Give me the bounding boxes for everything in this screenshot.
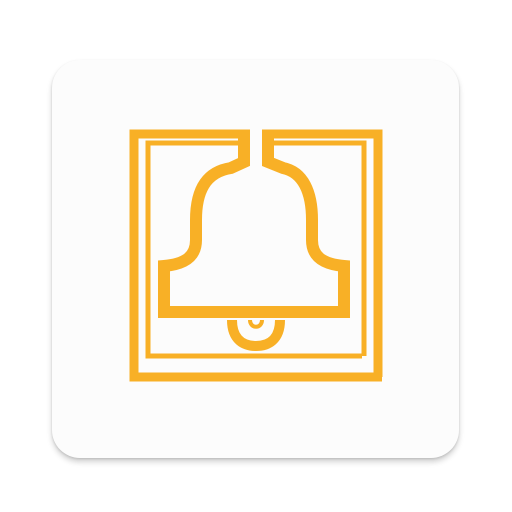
app-icon-canvas bbox=[0, 0, 512, 512]
bell-clapper-hook bbox=[248, 319, 264, 329]
frame-outer-left bbox=[129, 129, 382, 382]
bell-body bbox=[158, 134, 350, 318]
bell-icon bbox=[129, 129, 383, 382]
frame-inner-left bbox=[145, 140, 362, 359]
bell-clapper bbox=[227, 319, 285, 352]
